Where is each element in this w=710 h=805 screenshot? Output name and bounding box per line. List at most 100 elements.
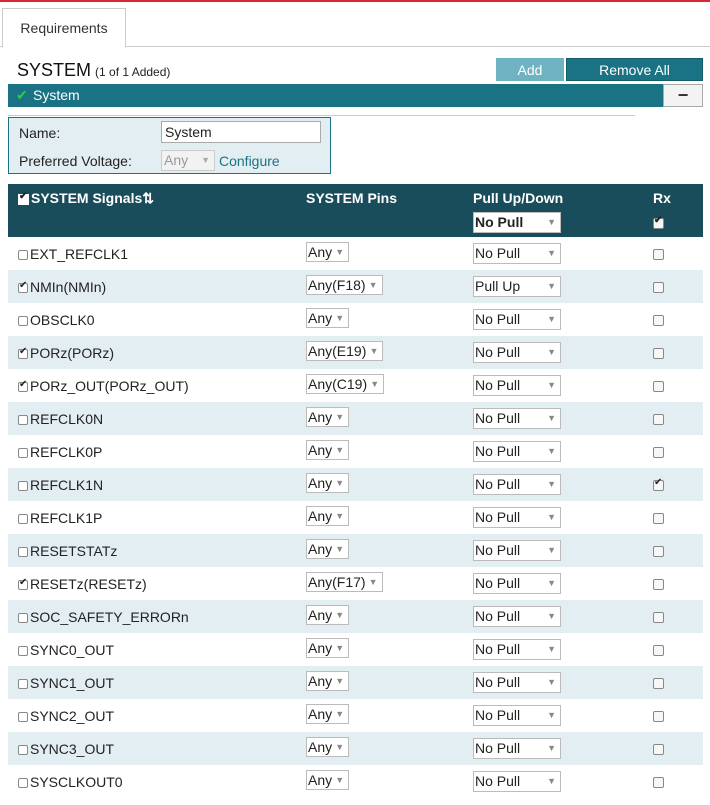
signal-checkbox[interactable] bbox=[18, 514, 28, 525]
rx-all-checkbox[interactable] bbox=[653, 215, 664, 229]
rx-cell bbox=[653, 247, 664, 263]
pin-select[interactable]: Any ▼ bbox=[306, 704, 350, 724]
signal-checkbox[interactable] bbox=[18, 745, 28, 756]
pull-select[interactable]: No Pull ▼ bbox=[473, 342, 561, 363]
pull-select[interactable]: No Pull ▼ bbox=[473, 639, 561, 660]
configure-link[interactable]: Configure bbox=[219, 153, 280, 169]
name-input[interactable]: System bbox=[161, 121, 321, 143]
pull-value: No Pull bbox=[475, 542, 521, 558]
rx-checkbox[interactable] bbox=[653, 678, 664, 689]
select-all-checkbox[interactable] bbox=[18, 191, 29, 205]
sort-icon[interactable]: ⇅ bbox=[142, 190, 154, 206]
signal-checkbox[interactable] bbox=[18, 577, 28, 591]
pull-select[interactable]: Pull Up ▼ bbox=[473, 276, 561, 297]
pull-select[interactable]: No Pull ▼ bbox=[473, 441, 561, 462]
check-icon: ✔ bbox=[16, 87, 28, 103]
remove-all-button[interactable]: Remove All bbox=[566, 58, 703, 81]
pin-select[interactable]: Any ▼ bbox=[306, 407, 350, 427]
rx-cell bbox=[653, 709, 664, 725]
rx-checkbox[interactable] bbox=[653, 711, 664, 722]
rx-checkbox[interactable] bbox=[653, 414, 664, 425]
pin-select[interactable]: Any(C19) ▼ bbox=[306, 374, 385, 394]
signal-cell: REFCLK1P bbox=[18, 510, 102, 526]
rx-checkbox[interactable] bbox=[653, 579, 664, 590]
rx-checkbox[interactable] bbox=[653, 546, 664, 557]
signal-cell: REFCLK0N bbox=[18, 411, 103, 427]
pin-select[interactable]: Any ▼ bbox=[306, 671, 350, 691]
signal-checkbox[interactable] bbox=[18, 778, 28, 789]
add-button[interactable]: Add bbox=[496, 58, 564, 81]
pin-select[interactable]: Any ▼ bbox=[306, 440, 350, 460]
rx-cell bbox=[653, 610, 664, 626]
pin-select[interactable]: Any ▼ bbox=[306, 473, 350, 493]
chevron-down-icon: ▼ bbox=[547, 446, 556, 456]
rx-checkbox[interactable] bbox=[653, 777, 664, 788]
pin-select[interactable]: Any ▼ bbox=[306, 506, 350, 526]
rx-checkbox[interactable] bbox=[653, 447, 664, 458]
pull-select[interactable]: No Pull ▼ bbox=[473, 474, 561, 495]
signal-checkbox[interactable] bbox=[18, 679, 28, 690]
signal-checkbox[interactable] bbox=[18, 379, 28, 393]
pin-select[interactable]: Any ▼ bbox=[306, 638, 350, 658]
system-instance-bar[interactable]: ✔ System − bbox=[8, 84, 703, 107]
table-row: SYSCLKOUT0 Any ▼ No Pull ▼ bbox=[8, 765, 703, 798]
pin-select[interactable]: Any(F18) ▼ bbox=[306, 275, 383, 295]
signal-name: SYNC1_OUT bbox=[30, 675, 115, 691]
collapse-button[interactable]: − bbox=[663, 84, 703, 107]
pull-select[interactable]: No Pull ▼ bbox=[473, 672, 561, 693]
pull-select[interactable]: No Pull ▼ bbox=[473, 375, 561, 396]
pull-select[interactable]: No Pull ▼ bbox=[473, 606, 561, 627]
pin-select[interactable]: Any ▼ bbox=[306, 737, 350, 757]
pull-select[interactable]: No Pull ▼ bbox=[473, 243, 561, 264]
rx-checkbox[interactable] bbox=[653, 645, 664, 656]
pull-all-select[interactable]: No Pull ▼ bbox=[473, 212, 561, 233]
signal-checkbox[interactable] bbox=[18, 448, 28, 459]
pull-select[interactable]: No Pull ▼ bbox=[473, 507, 561, 528]
pin-select[interactable]: Any ▼ bbox=[306, 242, 350, 262]
signal-checkbox[interactable] bbox=[18, 613, 28, 624]
rx-checkbox[interactable] bbox=[653, 381, 664, 392]
signal-cell: REFCLK0P bbox=[18, 444, 102, 460]
tab-requirements[interactable]: Requirements bbox=[2, 8, 126, 48]
rx-checkbox[interactable] bbox=[653, 477, 664, 491]
signal-checkbox[interactable] bbox=[18, 646, 28, 657]
signal-checkbox[interactable] bbox=[18, 250, 28, 261]
pin-select[interactable]: Any ▼ bbox=[306, 539, 350, 559]
rx-checkbox[interactable] bbox=[653, 744, 664, 755]
signal-name: SYNC2_OUT bbox=[30, 708, 115, 724]
signal-checkbox[interactable] bbox=[18, 712, 28, 723]
pin-select[interactable]: Any(E19) ▼ bbox=[306, 341, 384, 361]
preferred-voltage-select[interactable]: Any ▼ bbox=[161, 150, 215, 171]
rx-checkbox[interactable] bbox=[653, 249, 664, 260]
rx-checkbox[interactable] bbox=[653, 513, 664, 524]
pin-select[interactable]: Any ▼ bbox=[306, 308, 350, 328]
signal-checkbox[interactable] bbox=[18, 316, 28, 327]
table-row: REFCLK0N Any ▼ No Pull ▼ bbox=[8, 402, 703, 435]
pull-select[interactable]: No Pull ▼ bbox=[473, 771, 561, 792]
signal-cell: PORz_OUT(PORz_OUT) bbox=[18, 378, 189, 394]
preferred-voltage-label: Preferred Voltage: bbox=[19, 153, 132, 169]
pin-select[interactable]: Any(F17) ▼ bbox=[306, 572, 383, 592]
rx-checkbox[interactable] bbox=[653, 282, 664, 293]
pin-select[interactable]: Any ▼ bbox=[306, 770, 350, 790]
pull-select[interactable]: No Pull ▼ bbox=[473, 309, 561, 330]
rx-checkbox[interactable] bbox=[653, 315, 664, 326]
pull-select[interactable]: No Pull ▼ bbox=[473, 738, 561, 759]
pull-select[interactable]: No Pull ▼ bbox=[473, 408, 561, 429]
rx-checkbox[interactable] bbox=[653, 348, 664, 359]
signal-checkbox[interactable] bbox=[18, 481, 28, 492]
signal-checkbox[interactable] bbox=[18, 547, 28, 558]
config-panel: Name: System Preferred Voltage: Any ▼ Co… bbox=[8, 117, 331, 174]
signal-checkbox[interactable] bbox=[18, 280, 28, 294]
pin-value: Any bbox=[308, 772, 333, 788]
pull-select[interactable]: No Pull ▼ bbox=[473, 540, 561, 561]
pull-value: No Pull bbox=[475, 311, 521, 327]
pull-select[interactable]: No Pull ▼ bbox=[473, 705, 561, 726]
signal-checkbox[interactable] bbox=[18, 415, 28, 426]
chevron-down-icon: ▼ bbox=[335, 610, 345, 620]
rx-checkbox[interactable] bbox=[653, 612, 664, 623]
signal-checkbox[interactable] bbox=[18, 346, 28, 360]
pull-select[interactable]: No Pull ▼ bbox=[473, 573, 561, 594]
pin-value: Any(F17) bbox=[308, 574, 366, 590]
pin-select[interactable]: Any ▼ bbox=[306, 605, 350, 625]
